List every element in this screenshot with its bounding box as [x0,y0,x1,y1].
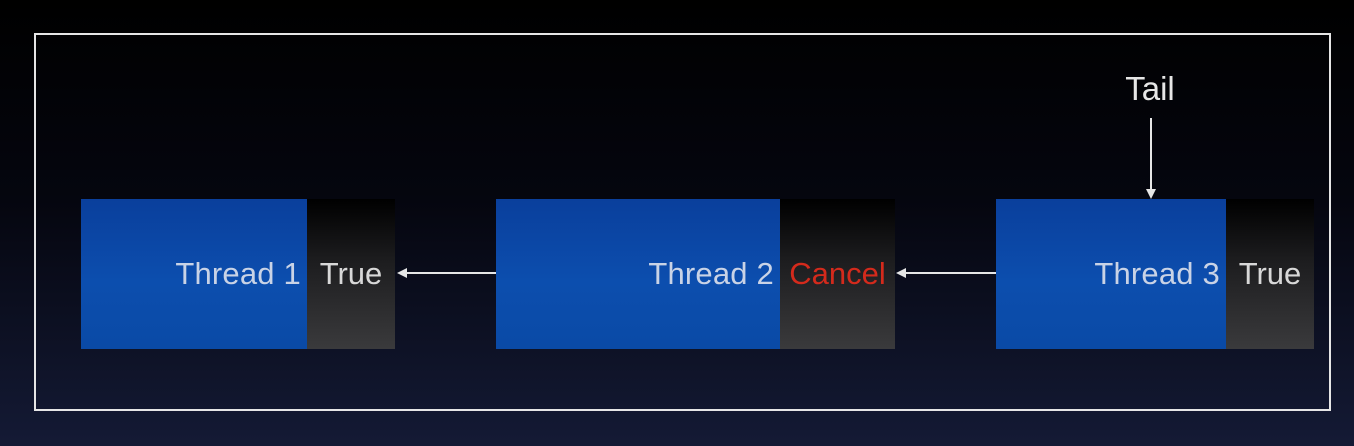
thread-node-2-body: Thread 2 [496,199,780,349]
thread-node-2-flag: Cancel [780,199,895,349]
thread-node-3: Thread 3 True [996,199,1314,349]
thread-node-1-flag-text: True [319,256,383,291]
thread-node-1-body: Thread 1 [81,199,307,349]
thread-node-1-flag: True [307,199,395,349]
thread-node-3-body: Thread 3 [996,199,1226,349]
thread-node-2-flag-text: Cancel [789,256,886,291]
thread-node-3-flag: True [1226,199,1314,349]
thread-node-1: Thread 1 True [81,199,395,349]
thread-node-2: Thread 2 Cancel [496,199,895,349]
thread-node-3-label: Thread 3 [1094,256,1220,291]
thread-node-3-flag-text: True [1238,256,1302,291]
tail-label: Tail [1125,70,1175,107]
thread-node-1-label: Thread 1 [175,256,301,291]
thread-node-2-label: Thread 2 [648,256,774,291]
